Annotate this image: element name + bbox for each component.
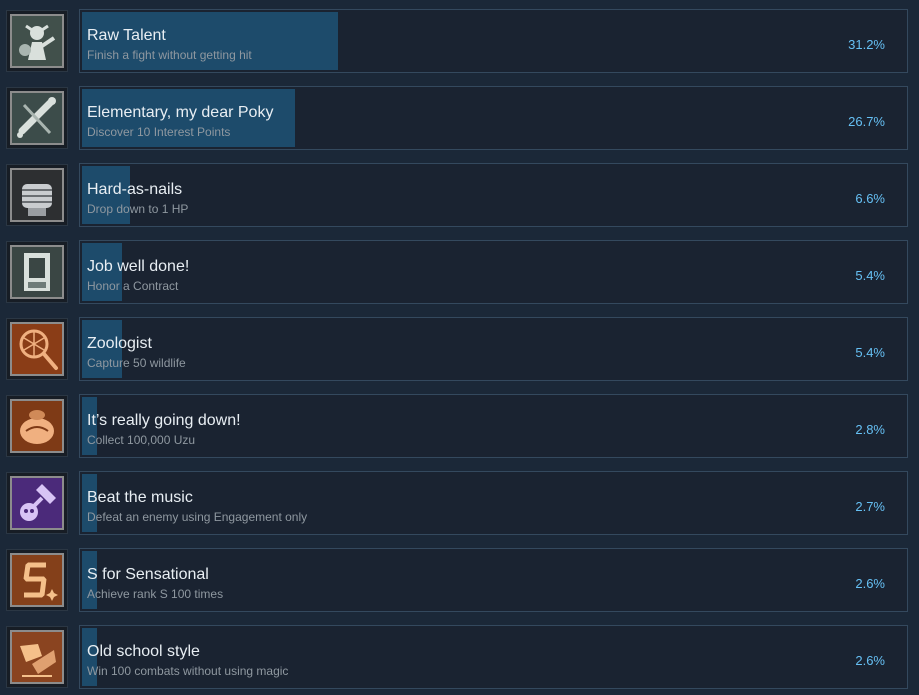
telescope-icon [10,91,64,145]
achievement-description: Collect 100,000 Uzu [87,433,196,447]
progress-bar: Raw Talent Finish a fight without gettin… [79,9,908,73]
achievement-icon-frame [6,10,68,72]
achievement-description: Drop down to 1 HP [87,202,189,216]
achievement-title: Raw Talent [87,27,166,44]
achievement-list: Raw Talent Finish a fight without gettin… [0,0,919,695]
achievement-description: Discover 10 Interest Points [87,125,231,139]
unlock-percentage: 2.6% [855,653,885,668]
net-icon [10,322,64,376]
money-bag-icon [10,399,64,453]
achievement-icon-frame [6,241,68,303]
contract-icon [10,245,64,299]
achievement-row[interactable]: Beat the music Defeat an enemy using Eng… [0,471,919,537]
unlock-percentage: 5.4% [855,345,885,360]
achievement-description: Win 100 combats without using magic [87,664,289,678]
achievement-title: Beat the music [87,489,193,506]
progress-bar: Elementary, my dear Poky Discover 10 Int… [79,86,908,150]
achievement-icon-frame [6,318,68,380]
achievement-title: Hard-as-nails [87,181,183,198]
bandaged-fist-icon [10,168,64,222]
unlock-percentage: 6.6% [855,191,885,206]
achievement-description: Achieve rank S 100 times [87,587,224,601]
achievement-title: Zoologist [87,335,152,352]
achievement-icon-frame [6,87,68,149]
progress-bar: Old school style Win 100 combats without… [79,625,908,689]
achievement-title: It’s really going down! [87,412,241,429]
achievement-description: Honor a Contract [87,279,179,293]
achievement-row[interactable]: Raw Talent Finish a fight without gettin… [0,9,919,75]
achievement-row[interactable]: Zoologist Capture 50 wildlife 5.4% [0,317,919,383]
achievement-row[interactable]: Old school style Win 100 combats without… [0,625,919,691]
achievement-title: Job well done! [87,258,190,275]
achievement-row[interactable]: It’s really going down! Collect 100,000 … [0,394,919,460]
achievement-description: Capture 50 wildlife [87,356,186,370]
fist-icon [10,630,64,684]
achievement-icon-frame [6,626,68,688]
achievement-row[interactable]: Hard-as-nails Drop down to 1 HP 6.6% [0,163,919,229]
progress-bar: It’s really going down! Collect 100,000 … [79,394,908,458]
achievement-icon-frame [6,472,68,534]
achievement-title: Old school style [87,643,200,660]
unlock-percentage: 31.2% [848,37,885,52]
progress-bar: Hard-as-nails Drop down to 1 HP 6.6% [79,163,908,227]
progress-bar: Job well done! Honor a Contract 5.4% [79,240,908,304]
achievement-row[interactable]: Job well done! Honor a Contract 5.4% [0,240,919,306]
unlock-percentage: 2.7% [855,499,885,514]
progress-bar: S for Sensational Achieve rank S 100 tim… [79,548,908,612]
achievement-title: Elementary, my dear Poky [87,104,274,121]
unlock-percentage: 26.7% [848,114,885,129]
achievement-description: Finish a fight without getting hit [87,48,252,62]
progress-bar: Beat the music Defeat an enemy using Eng… [79,471,908,535]
achievement-icon-frame [6,395,68,457]
rank-s-icon [10,553,64,607]
achievement-row[interactable]: Elementary, my dear Poky Discover 10 Int… [0,86,919,152]
unlock-percentage: 2.6% [855,576,885,591]
achievement-row[interactable]: S for Sensational Achieve rank S 100 tim… [0,548,919,614]
progress-bar: Zoologist Capture 50 wildlife 5.4% [79,317,908,381]
achievement-icon-frame [6,549,68,611]
fighter-icon [10,14,64,68]
achievement-description: Defeat an enemy using Engagement only [87,510,308,524]
achievement-title: S for Sensational [87,566,209,583]
achievement-icon-frame [6,164,68,226]
unlock-percentage: 2.8% [855,422,885,437]
hammer-skull-icon [10,476,64,530]
unlock-percentage: 5.4% [855,268,885,283]
